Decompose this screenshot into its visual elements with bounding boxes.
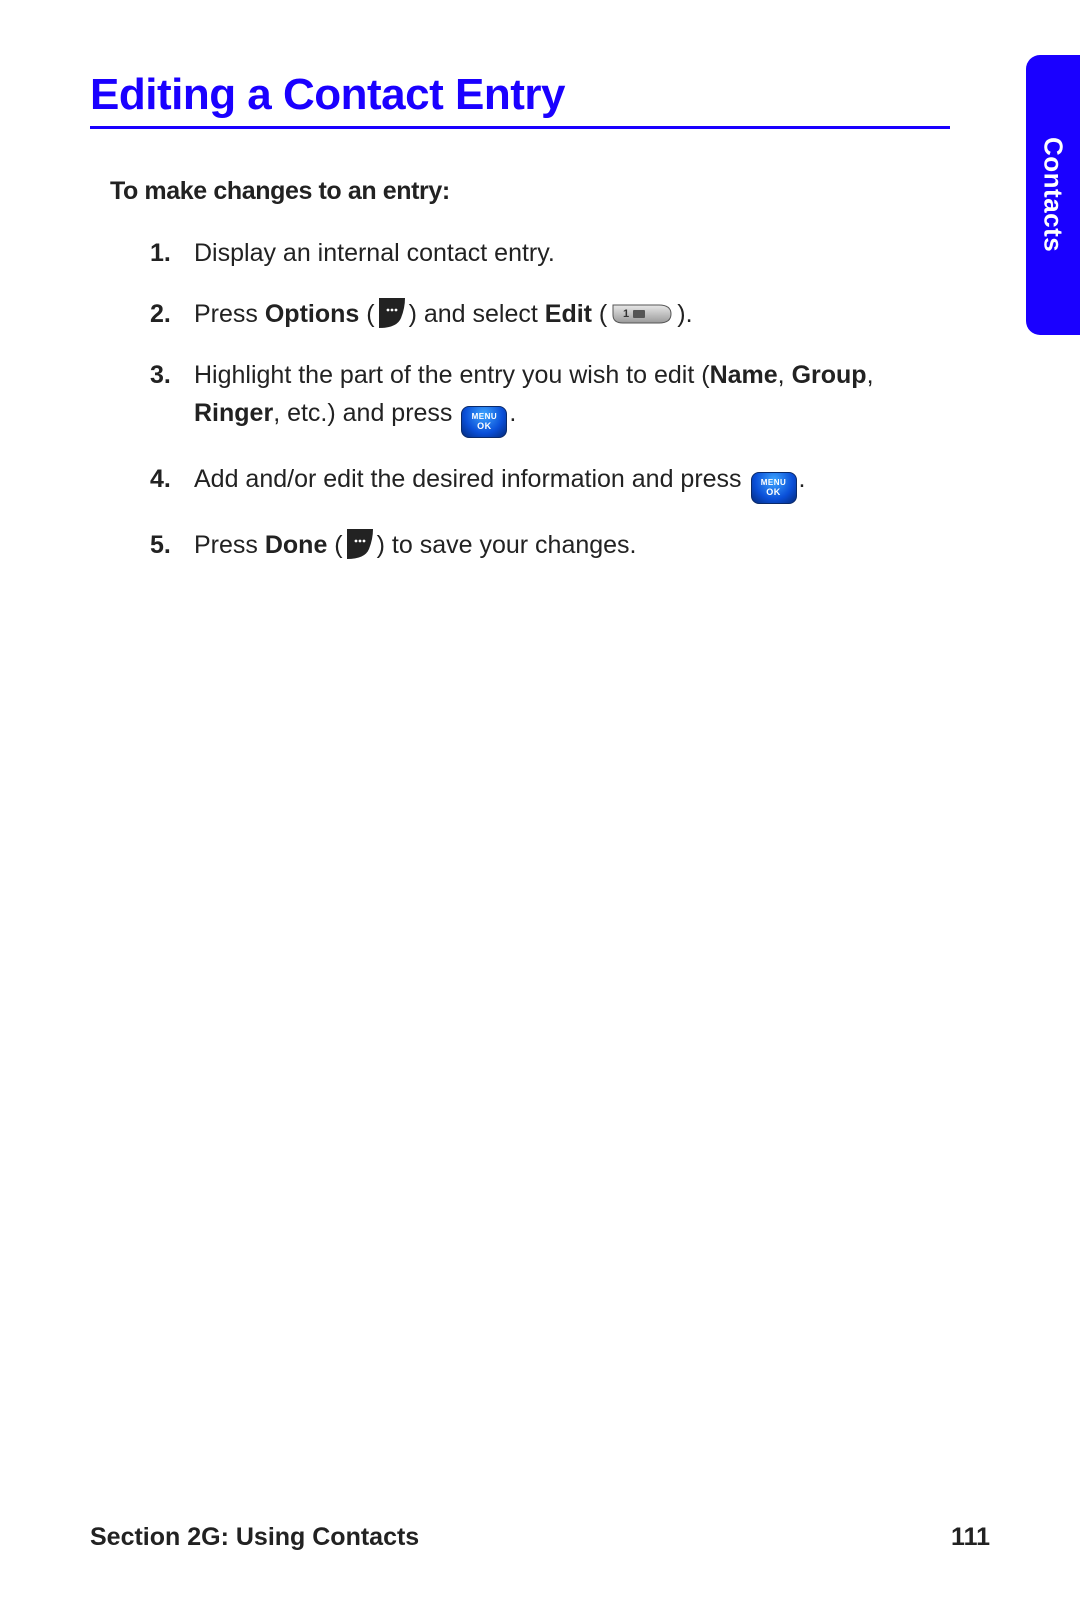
step-text-part: ( xyxy=(359,300,374,328)
section-tab-label: Contacts xyxy=(1038,137,1069,252)
step-text-part: . xyxy=(799,465,806,493)
intro-heading: To make changes to an entry: xyxy=(110,177,990,206)
step-1: 1. Display an internal contact entry. xyxy=(150,234,910,273)
done-label: Done xyxy=(265,531,328,559)
name-label: Name xyxy=(710,361,778,389)
step-text-part: ). xyxy=(677,300,692,328)
step-number: 3. xyxy=(150,356,171,395)
step-text-part: ( xyxy=(592,300,607,328)
section-tab: Contacts xyxy=(1026,55,1080,335)
edit-label: Edit xyxy=(545,300,592,328)
step-3: 3. Highlight the part of the entry you w… xyxy=(150,356,910,439)
svg-text:1: 1 xyxy=(623,308,629,320)
menu-ok-button-icon: MENUOK xyxy=(751,472,797,504)
step-number: 5. xyxy=(150,526,171,565)
menu-ok-button-icon: MENUOK xyxy=(461,406,507,438)
footer-section: Section 2G: Using Contacts xyxy=(90,1523,419,1552)
left-softkey-icon xyxy=(345,527,375,561)
step-text-part: ) to save your changes. xyxy=(377,531,637,559)
step-text-part: , xyxy=(867,361,874,389)
ringer-label: Ringer xyxy=(194,399,273,427)
step-4: 4. Add and/or edit the desired informati… xyxy=(150,460,910,504)
step-5: 5. Press Done ( ) to save your changes. xyxy=(150,526,910,565)
step-number: 2. xyxy=(150,295,171,334)
options-label: Options xyxy=(265,300,359,328)
step-text-part: ( xyxy=(327,531,342,559)
step-text-part: ) and select xyxy=(409,300,545,328)
step-text-part: Press xyxy=(194,531,265,559)
page-title: Editing a Contact Entry xyxy=(90,70,950,129)
footer-page-number: 111 xyxy=(951,1523,990,1552)
left-softkey-icon xyxy=(377,296,407,330)
step-text-part: Add and/or edit the desired information … xyxy=(194,465,749,493)
step-text: Display an internal contact entry. xyxy=(194,239,555,267)
step-2: 2. Press Options ( ) and select Edit (1). xyxy=(150,295,910,334)
step-number: 1. xyxy=(150,234,171,273)
step-number: 4. xyxy=(150,460,171,499)
step-text-part: . xyxy=(509,399,516,427)
step-text-part: Highlight the part of the entry you wish… xyxy=(194,361,710,389)
page-footer: Section 2G: Using Contacts 111 xyxy=(90,1523,990,1552)
one-key-icon: 1 xyxy=(609,301,675,327)
step-text-part: Press xyxy=(194,300,265,328)
step-text-part: , xyxy=(778,361,792,389)
group-label: Group xyxy=(792,361,867,389)
instruction-list: 1. Display an internal contact entry. 2.… xyxy=(150,234,910,565)
step-text-part: , etc.) and press xyxy=(273,399,459,427)
